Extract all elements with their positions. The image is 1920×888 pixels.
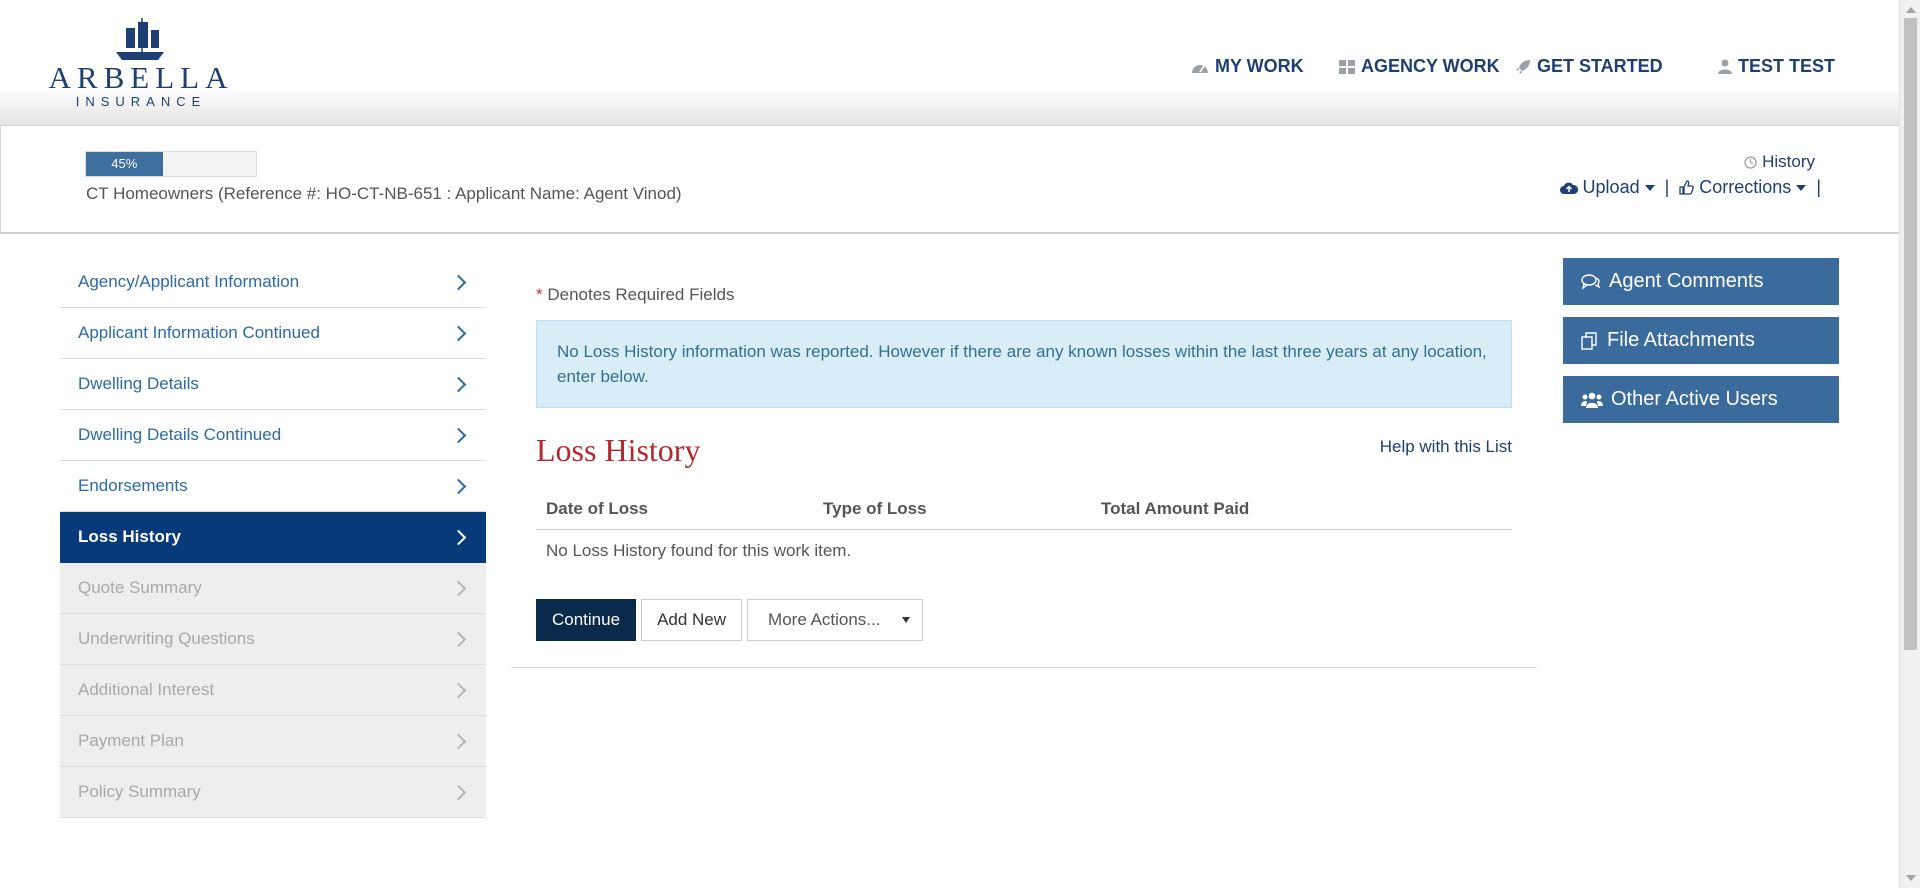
chevron-right-icon xyxy=(450,274,467,290)
nav-get-started[interactable]: GET STARTED xyxy=(1515,56,1663,77)
nav-my-work-label: MY WORK xyxy=(1215,56,1304,76)
chevron-right-icon xyxy=(450,427,467,443)
info-alert: No Loss History information was reported… xyxy=(536,320,1512,408)
comments-icon xyxy=(1581,273,1601,290)
grid-icon xyxy=(1339,59,1355,74)
nav-get-started-label: GET STARTED xyxy=(1537,56,1663,76)
other-active-users-button[interactable]: Other Active Users xyxy=(1563,376,1839,423)
users-icon xyxy=(1581,392,1603,408)
progress-bar: 45% xyxy=(85,151,257,177)
chevron-right-icon xyxy=(450,376,467,392)
vertical-scrollbar[interactable] xyxy=(1899,0,1920,888)
chevron-right-icon xyxy=(450,682,467,698)
work-item-actions: Upload | Corrections | xyxy=(1559,177,1821,198)
cloud-upload-icon xyxy=(1559,182,1578,194)
continue-button[interactable]: Continue xyxy=(536,599,637,641)
nav-user-label: TEST TEST xyxy=(1738,56,1836,76)
upload-dropdown[interactable]: Upload xyxy=(1559,177,1655,198)
sidebar-item-label: Loss History xyxy=(78,527,181,546)
sidebar-item-label: Policy Summary xyxy=(78,782,201,801)
main-content: * Denotes Required Fields No Loss Histor… xyxy=(511,257,1537,668)
progress-fill: 45% xyxy=(86,152,163,176)
files-icon xyxy=(1581,331,1597,350)
chevron-right-icon xyxy=(450,733,467,749)
sidebar-item-underwriting-questions: Underwriting Questions xyxy=(60,614,486,665)
sidebar-item-label: Underwriting Questions xyxy=(78,629,255,648)
dashboard-icon xyxy=(1192,64,1208,73)
scroll-down-icon[interactable] xyxy=(1906,875,1916,881)
nav-my-work[interactable]: MY WORK xyxy=(1191,56,1304,77)
sidebar-item-label: Applicant Information Continued xyxy=(78,323,320,342)
sidebar-item-dwelling-details[interactable]: Dwelling Details xyxy=(60,359,486,410)
column-total-amount-paid[interactable]: Total Amount Paid xyxy=(1101,499,1249,519)
sidebar-item-label: Dwelling Details xyxy=(78,374,199,393)
history-link[interactable]: History xyxy=(1744,152,1815,172)
sidebar-item-payment-plan: Payment Plan xyxy=(60,716,486,767)
caret-down-icon xyxy=(902,617,911,623)
sidebar-item-label: Quote Summary xyxy=(78,578,202,597)
history-label: History xyxy=(1762,152,1815,171)
chevron-right-icon xyxy=(450,784,467,800)
sidebar-item-label: Payment Plan xyxy=(78,731,184,750)
nav-agency-work[interactable]: AGENCY WORK xyxy=(1339,56,1500,77)
nav-user-menu[interactable]: TEST TEST xyxy=(1718,56,1835,77)
sidebar-item-quote-summary: Quote Summary xyxy=(60,563,486,614)
user-icon xyxy=(1718,59,1732,74)
table-header: Date of Loss Type of Loss Total Amount P… xyxy=(536,489,1512,530)
right-panel: Agent Comments File Attachments Other Ac… xyxy=(1563,258,1839,435)
caret-down-icon xyxy=(1796,184,1807,191)
agent-comments-button[interactable]: Agent Comments xyxy=(1563,258,1839,305)
app-header: ARBELLA INSURANCE MY WORK AGENCY WORK GE… xyxy=(0,0,1899,126)
separator: | xyxy=(1816,177,1821,197)
clock-icon xyxy=(1744,155,1757,169)
sidebar-item-label: Additional Interest xyxy=(78,680,215,699)
sidebar-item-policy-summary: Policy Summary xyxy=(60,767,486,818)
page-title: Loss History xyxy=(536,432,701,468)
section-nav: Agency/Applicant Information Applicant In… xyxy=(60,257,486,818)
required-text: Denotes Required Fields xyxy=(547,285,735,304)
caret-down-icon xyxy=(1644,184,1655,191)
sidebar-item-label: Agency/Applicant Information xyxy=(78,272,300,291)
top-navigation: MY WORK AGENCY WORK GET STARTED TEST TES… xyxy=(0,56,1899,80)
file-attachments-button[interactable]: File Attachments xyxy=(1563,317,1839,364)
add-new-button[interactable]: Add New xyxy=(641,599,743,641)
work-item-header: 45% CT Homeowners (Reference #: HO-CT-NB… xyxy=(0,126,1900,234)
rocket-icon xyxy=(1516,59,1530,74)
separator: | xyxy=(1664,177,1670,197)
more-actions-select[interactable]: More Actions... xyxy=(747,599,924,641)
scroll-up-icon[interactable] xyxy=(1906,7,1916,13)
agent-comments-label: Agent Comments xyxy=(1609,270,1764,292)
column-type-of-loss[interactable]: Type of Loss xyxy=(823,499,927,519)
sidebar-item-loss-history[interactable]: Loss History xyxy=(60,512,486,563)
corrections-dropdown[interactable]: Corrections xyxy=(1679,177,1807,198)
chevron-right-icon xyxy=(450,529,467,545)
brand-subtitle: INSURANCE xyxy=(75,94,207,109)
column-date-of-loss[interactable]: Date of Loss xyxy=(546,499,648,519)
sidebar-item-additional-interest: Additional Interest xyxy=(60,665,486,716)
scrollbar-thumb[interactable] xyxy=(1904,18,1917,650)
help-link[interactable]: Help with this List xyxy=(1380,437,1512,457)
more-actions-label: More Actions... xyxy=(768,610,881,629)
required-note: * Denotes Required Fields xyxy=(536,285,734,305)
chevron-right-icon xyxy=(450,478,467,494)
sidebar-item-applicant-information-continued[interactable]: Applicant Information Continued xyxy=(60,308,486,359)
sidebar-item-label: Dwelling Details Continued xyxy=(78,425,282,444)
chevron-right-icon xyxy=(450,580,467,596)
sidebar-item-agency-applicant-information[interactable]: Agency/Applicant Information xyxy=(60,257,486,308)
thumbs-up-icon xyxy=(1679,180,1695,195)
chevron-right-icon xyxy=(450,631,467,647)
nav-agency-work-label: AGENCY WORK xyxy=(1361,56,1500,76)
reference-line: CT Homeowners (Reference #: HO-CT-NB-651… xyxy=(86,184,682,203)
required-star: * xyxy=(536,285,543,304)
file-attachments-label: File Attachments xyxy=(1607,329,1755,351)
corrections-label: Corrections xyxy=(1699,177,1792,197)
upload-label: Upload xyxy=(1582,177,1640,197)
sidebar-item-label: Endorsements xyxy=(78,476,188,495)
sidebar-item-dwelling-details-continued[interactable]: Dwelling Details Continued xyxy=(60,410,486,461)
sidebar-item-endorsements[interactable]: Endorsements xyxy=(60,461,486,512)
chevron-right-icon xyxy=(450,325,467,341)
action-buttons: Continue Add New More Actions... xyxy=(536,599,924,641)
other-active-users-label: Other Active Users xyxy=(1611,388,1778,410)
empty-table-message: No Loss History found for this work item… xyxy=(546,541,852,560)
